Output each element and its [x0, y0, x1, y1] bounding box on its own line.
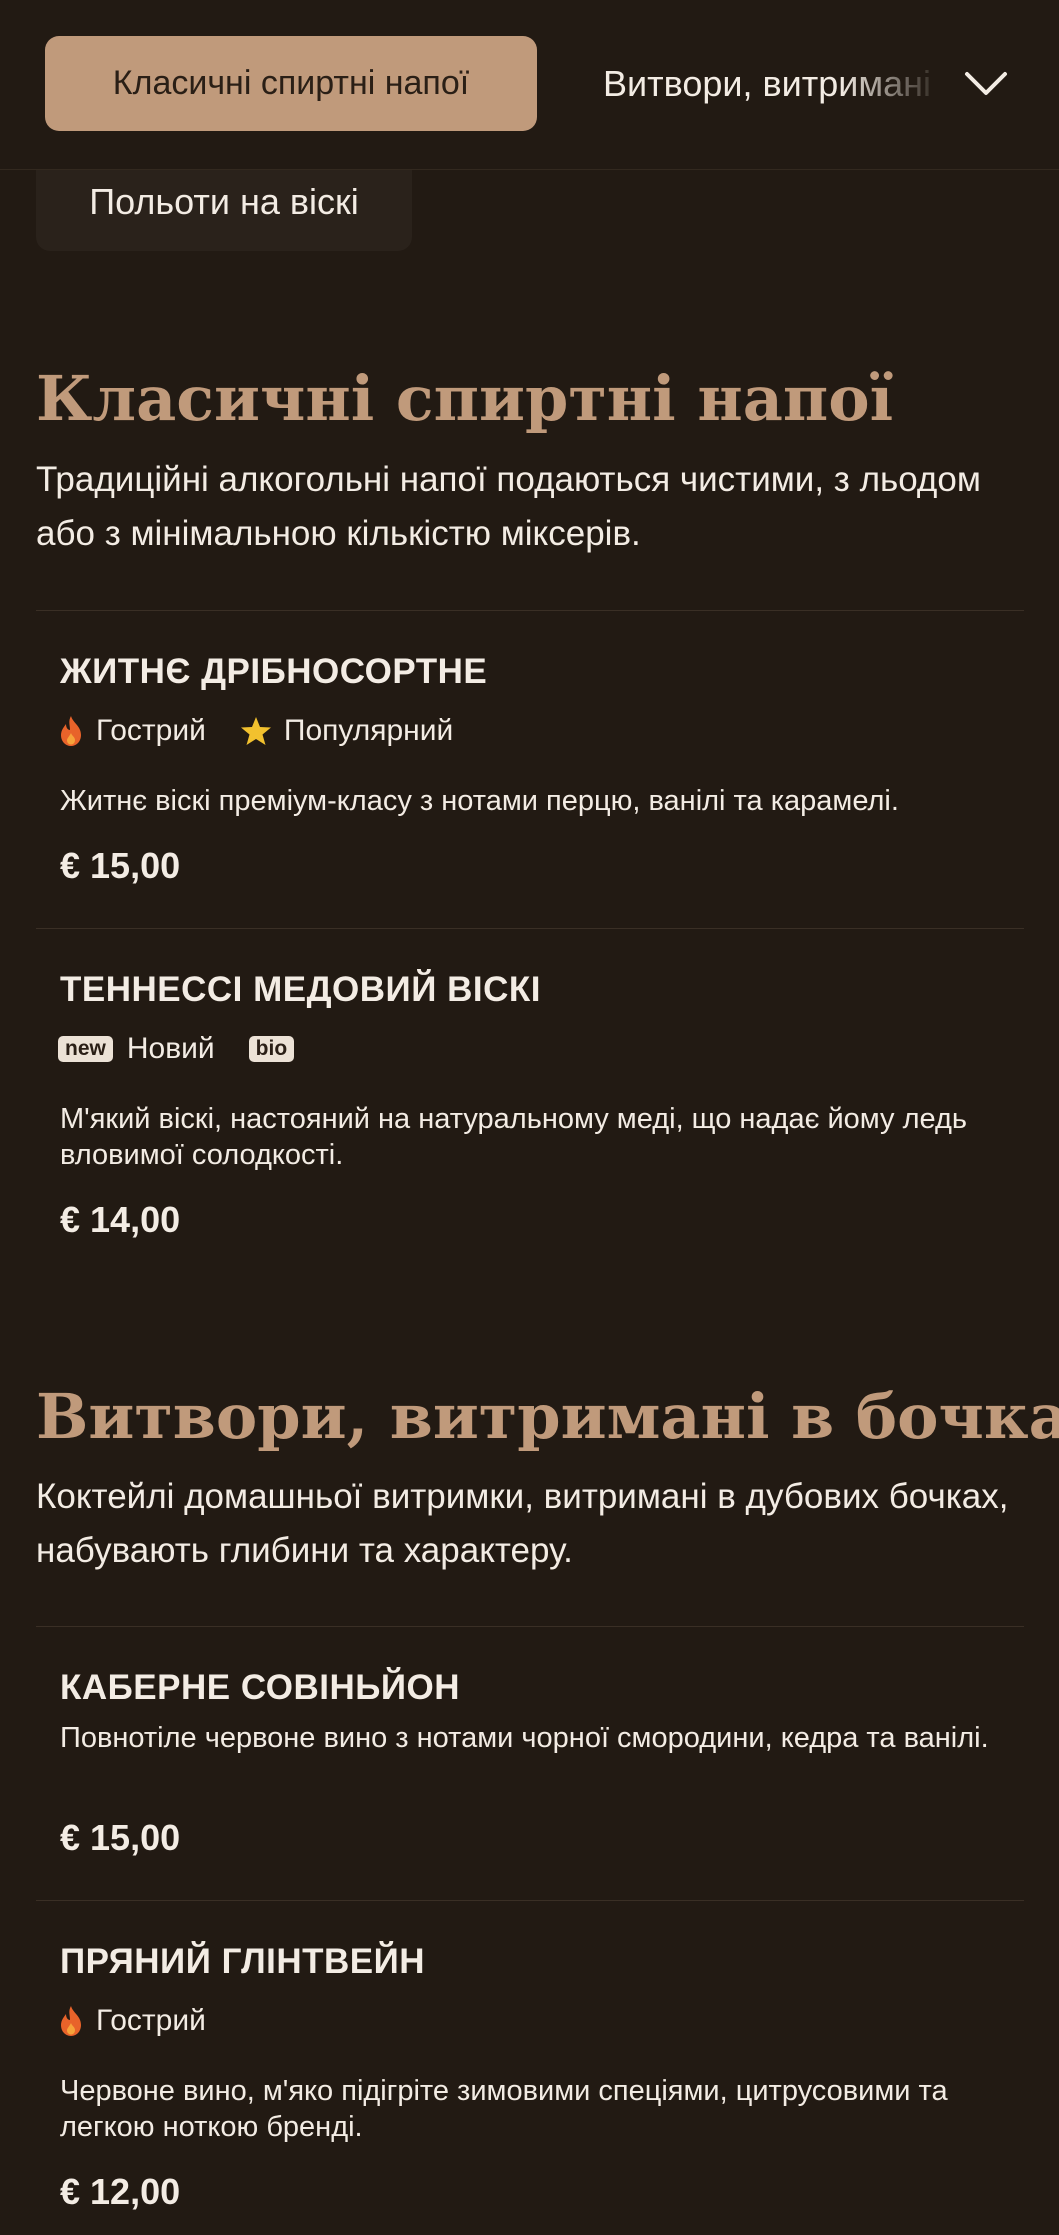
category-chip-classic-spirits[interactable]: Класичні спиртні напої	[45, 36, 537, 131]
divider	[36, 928, 1024, 929]
menu-item-description: Червоне вино, м'яко підігріте зимовими с…	[60, 2075, 948, 2143]
divider	[36, 1900, 1024, 1901]
tag-label: Популярний	[283, 714, 454, 747]
menu-item-price: € 14,00	[60, 1199, 181, 1240]
menu-item-tags: Гострий Популярний	[58, 711, 487, 751]
menu-item-name: ЖИТНЄ ДРІБНОСОРТНЕ	[60, 652, 488, 691]
menu-item-description: Житнє віскі преміум-класу з нотами перцю…	[60, 785, 899, 817]
badge-new: new	[58, 1036, 113, 1062]
section-title: Витвори, витримані в бочках	[36, 1380, 1059, 1453]
section-description: Коктейлі домашньої витримки, витримані в…	[36, 1477, 1009, 1570]
category-chip-barrel-aged[interactable]: Витвори, витримані в бочках	[603, 36, 943, 131]
menu-item-price: € 12,00	[60, 2171, 181, 2212]
menu-item-tags: new Новий bio	[58, 1029, 308, 1069]
menu-item-tags: Гострий	[58, 2001, 240, 2041]
section-title: Класичні спиртні напої	[36, 362, 894, 435]
tag-label: Новий	[126, 1032, 215, 1065]
menu-item-description: Повнотіле червоне вино з нотами чорної с…	[60, 1722, 989, 1754]
tag-label: Гострий	[96, 714, 206, 747]
category-chip-label: Витвори, витримані в бочках	[603, 62, 943, 104]
category-nav: Класичні спиртні напої Витвори, витриман…	[0, 0, 1059, 170]
category-chip-label: Класичні спиртні напої	[112, 64, 470, 102]
menu-item-name: ПРЯНИЙ ГЛІНТВЕЙН	[60, 1942, 426, 1981]
tag-label: Гострий	[96, 2004, 206, 2037]
star-icon	[240, 715, 272, 747]
badge-bio: bio	[248, 1036, 295, 1062]
category-chip-label: Польоти на віскі	[89, 180, 359, 222]
menu-item-description: М'який віскі, настояний на натуральному …	[60, 1103, 968, 1171]
flame-icon	[58, 715, 84, 747]
menu-item-price: € 15,00	[60, 1817, 181, 1858]
divider	[36, 1626, 1024, 1627]
chevron-down-icon[interactable]	[962, 60, 1010, 108]
menu-item-name: ТЕННЕССІ МЕДОВИЙ ВІСКІ	[60, 970, 541, 1009]
menu-item-name: КАБЕРНЕ СОВІНЬЙОН	[60, 1668, 461, 1707]
flame-icon	[58, 2005, 84, 2037]
menu-item-price: € 15,00	[60, 845, 181, 886]
divider	[36, 610, 1024, 611]
section-description: Традиційні алкогольні напої подаються чи…	[36, 460, 981, 553]
